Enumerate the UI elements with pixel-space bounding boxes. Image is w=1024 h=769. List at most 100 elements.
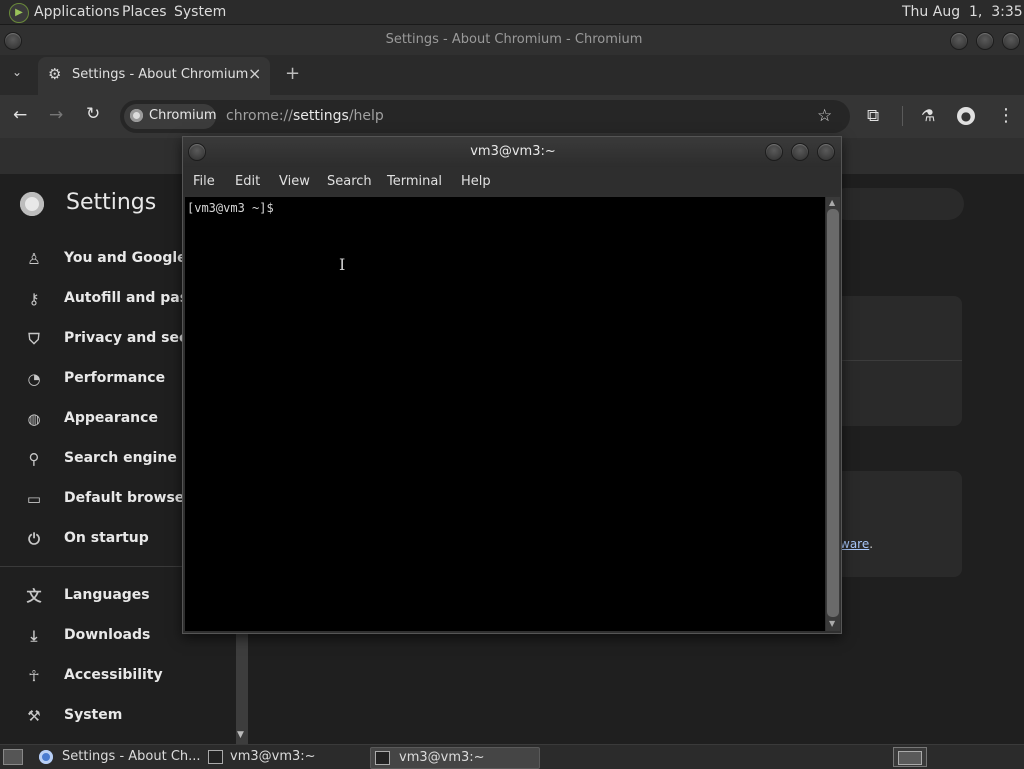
software-link[interactable]: ware. <box>840 537 873 551</box>
person-icon: ♙ <box>27 250 41 268</box>
key-icon: ⚷ <box>28 290 40 308</box>
tab-close-icon[interactable]: × <box>248 64 261 83</box>
sidebar-item-label: Downloads <box>64 627 151 643</box>
show-desktop-icon[interactable] <box>3 749 23 765</box>
toolbar-divider <box>902 106 903 126</box>
menu-terminal[interactable]: Terminal <box>387 174 442 189</box>
browser-icon: ▭ <box>26 490 42 508</box>
download-icon: ⤓ <box>30 627 38 645</box>
tab-settings-about[interactable]: ⚙ Settings - About Chromium × <box>38 57 270 95</box>
scroll-down-arrow-icon[interactable]: ▼ <box>237 730 244 740</box>
sidebar-item-label: Accessibility <box>64 667 163 683</box>
sidebar-item-label: System <box>64 707 123 723</box>
link-suffix: . <box>869 537 874 551</box>
top-panel: ▶ Applications Places System Thu Aug 1, … <box>0 0 1024 25</box>
tab-search-icon[interactable]: ⌄ <box>12 65 22 79</box>
menu-help[interactable]: Help <box>461 174 491 189</box>
workspace-1[interactable] <box>898 751 922 765</box>
menu-file[interactable]: File <box>193 174 215 189</box>
settings-title: Settings <box>66 190 157 215</box>
applications-menu[interactable]: Applications <box>34 4 120 20</box>
site-info-chip[interactable]: Chromium <box>124 104 217 129</box>
terminal-maximize-button[interactable] <box>791 143 809 161</box>
scroll-up-arrow-icon[interactable]: ▲ <box>829 198 835 207</box>
minimize-button[interactable] <box>950 32 968 50</box>
chip-label: Chromium <box>149 108 217 123</box>
task-terminal-1[interactable]: vm3@vm3:~ <box>204 747 368 767</box>
wrench-icon: ⚒ <box>27 707 41 725</box>
extensions-icon[interactable]: ⧉ <box>867 106 879 126</box>
task-label: Settings - About Ch... <box>62 749 201 764</box>
url-host: settings <box>293 108 349 124</box>
menu-view[interactable]: View <box>279 174 310 189</box>
scroll-down-arrow-icon[interactable]: ▼ <box>829 619 835 628</box>
close-button[interactable] <box>1002 32 1020 50</box>
terminal-icon <box>208 750 223 764</box>
shell-prompt: [vm3@vm3 ~]$ <box>187 201 281 215</box>
palette-icon: ◍ <box>27 410 41 428</box>
url-path: /help <box>348 108 384 124</box>
places-menu[interactable]: Places <box>122 4 167 20</box>
bookmark-star-icon[interactable]: ☆ <box>817 106 832 126</box>
url-prefix: chrome:// <box>226 108 293 124</box>
terminal-scrollbar[interactable]: ▲ ▼ <box>826 197 840 631</box>
chromium-titlebar[interactable]: Settings - About Chromium - Chromium <box>0 25 1024 55</box>
sidebar-item-label: You and Google <box>64 250 187 266</box>
forward-icon[interactable]: → <box>49 105 63 125</box>
window-title: Settings - About Chromium - Chromium <box>385 32 643 47</box>
menu-edit[interactable]: Edit <box>235 174 260 189</box>
terminal-close-button[interactable] <box>817 143 835 161</box>
shield-icon: ⛉ <box>28 330 40 348</box>
link-text[interactable]: ware <box>840 537 869 551</box>
sidebar-item-label: Default browser <box>64 490 192 506</box>
menu-search[interactable]: Search <box>327 174 372 189</box>
terminal-titlebar[interactable]: vm3@vm3:~ <box>183 137 841 167</box>
card-divider <box>840 360 962 361</box>
translate-icon: 文 <box>26 587 42 605</box>
sidebar-item-system[interactable]: ⚒ System <box>24 705 224 729</box>
terminal-window[interactable]: vm3@vm3:~ File Edit View Search Terminal… <box>182 136 842 634</box>
sidebar-item-label: Search engine <box>64 450 177 466</box>
url-text[interactable]: chrome://settings/help <box>226 108 384 124</box>
terminal-minimize-button[interactable] <box>765 143 783 161</box>
task-label: vm3@vm3:~ <box>399 750 485 765</box>
text-cursor-icon: I <box>339 255 346 274</box>
task-terminal-2[interactable]: vm3@vm3:~ <box>370 747 540 769</box>
system-menu[interactable]: System <box>174 4 226 20</box>
profile-avatar-icon[interactable]: ● <box>957 107 975 125</box>
maximize-button[interactable] <box>976 32 994 50</box>
sidebar-scrollbar[interactable] <box>236 628 248 744</box>
workspace-switcher[interactable] <box>893 747 927 767</box>
chromium-logo-icon <box>20 192 44 216</box>
search-icon: ⚲ <box>28 450 40 468</box>
reload-icon[interactable]: ↻ <box>86 104 100 124</box>
sidebar-item-label: Appearance <box>64 410 158 426</box>
terminal-title: vm3@vm3:~ <box>470 144 556 159</box>
back-icon[interactable]: ← <box>13 105 27 125</box>
chromium-icon <box>130 109 143 122</box>
accessibility-icon: ☥ <box>28 667 40 685</box>
scrollbar-thumb[interactable] <box>827 209 839 617</box>
terminal-screen[interactable]: [vm3@vm3 ~]$ I <box>185 197 825 631</box>
settings-search-field[interactable] <box>830 188 964 220</box>
terminal-menubar: File Edit View Search Terminal Help <box>183 167 841 195</box>
task-chromium[interactable]: Settings - About Ch... <box>34 747 201 767</box>
sidebar-item-accessibility[interactable]: ☥ Accessibility <box>24 665 224 689</box>
new-tab-button[interactable]: + <box>285 63 300 84</box>
sidebar-item-label: Languages <box>64 587 150 603</box>
task-label: vm3@vm3:~ <box>230 749 316 764</box>
clock[interactable]: Thu Aug 1, 3:35 PM <box>902 4 1024 20</box>
power-icon: ⏻ <box>28 530 40 548</box>
labs-flask-icon[interactable]: ⚗ <box>921 106 935 125</box>
gear-icon: ⚙ <box>48 65 62 83</box>
sidebar-item-label: On startup <box>64 530 149 546</box>
more-menu-icon[interactable]: ⋮ <box>997 105 1015 126</box>
terminal-icon <box>375 751 390 765</box>
gauge-icon: ◔ <box>27 370 41 388</box>
sidebar-item-label: Performance <box>64 370 166 386</box>
bottom-taskbar: Settings - About Ch... vm3@vm3:~ vm3@vm3… <box>0 744 1024 769</box>
chromium-icon <box>39 750 53 764</box>
distro-logo-icon[interactable]: ▶ <box>9 3 29 23</box>
tab-title: Settings - About Chromium <box>72 67 249 82</box>
address-bar[interactable]: chrome://settings/help ☆ <box>120 100 850 133</box>
